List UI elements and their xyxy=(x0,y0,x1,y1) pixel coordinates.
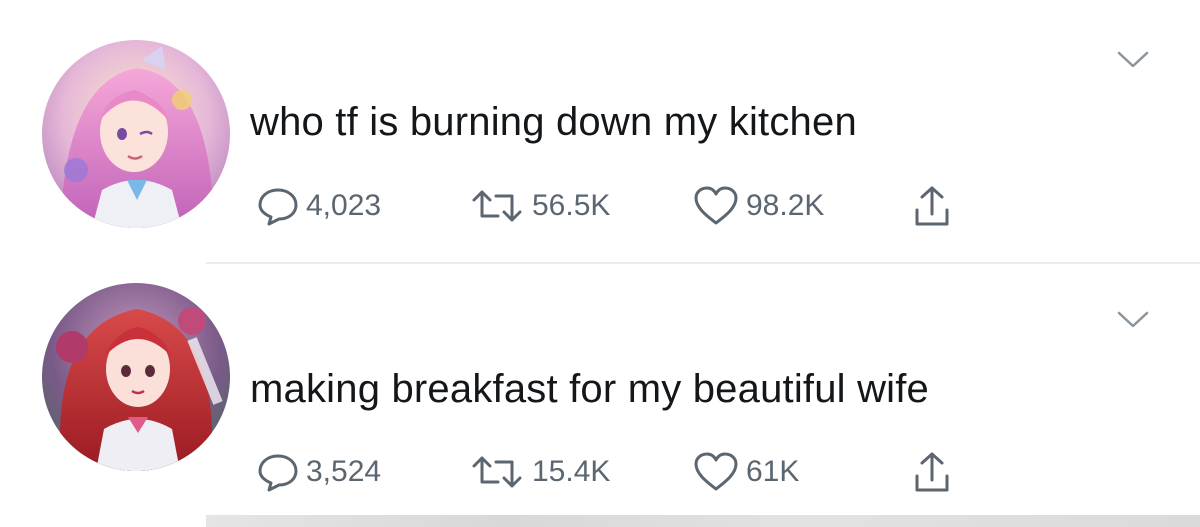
next-tweet-edge xyxy=(206,515,1200,527)
avatar-image xyxy=(42,40,230,228)
chevron-down-icon[interactable] xyxy=(1116,50,1150,70)
retweet-icon xyxy=(472,190,522,222)
share-button[interactable] xyxy=(912,184,952,228)
retweet-count: 15.4K xyxy=(532,455,611,488)
avatar-image xyxy=(42,283,230,471)
share-icon xyxy=(915,186,949,226)
avatar[interactable] xyxy=(42,40,230,228)
reply-count: 4,023 xyxy=(306,189,382,222)
speech-bubble-icon xyxy=(258,188,298,226)
heart-icon xyxy=(694,186,738,225)
speech-bubble-icon xyxy=(258,454,298,492)
reply-count: 3,524 xyxy=(306,455,382,488)
like-button[interactable]: 98.2K xyxy=(692,184,824,228)
tweet-text: who tf is burning down my kitchen xyxy=(250,100,857,144)
reply-button[interactable]: 3,524 xyxy=(256,450,381,494)
heart-icon xyxy=(694,452,738,491)
retweet-count: 56.5K xyxy=(532,189,611,222)
tweet[interactable]: making breakfast for my beautiful wife 3… xyxy=(0,263,1200,515)
like-count: 61K xyxy=(746,455,800,488)
retweet-button[interactable]: 56.5K xyxy=(468,184,610,228)
like-count: 98.2K xyxy=(746,189,825,222)
retweet-icon xyxy=(472,456,522,488)
reply-button[interactable]: 4,023 xyxy=(256,184,381,228)
tweet[interactable]: who tf is burning down my kitchen 4,023 … xyxy=(0,0,1200,262)
share-button[interactable] xyxy=(912,450,952,494)
like-button[interactable]: 61K xyxy=(692,450,799,494)
chevron-down-icon[interactable] xyxy=(1116,310,1150,330)
avatar[interactable] xyxy=(42,283,230,471)
tweet-feed: who tf is burning down my kitchen 4,023 … xyxy=(0,0,1200,527)
share-icon xyxy=(915,452,949,492)
tweet-text: making breakfast for my beautiful wife xyxy=(250,367,930,411)
retweet-button[interactable]: 15.4K xyxy=(468,450,610,494)
